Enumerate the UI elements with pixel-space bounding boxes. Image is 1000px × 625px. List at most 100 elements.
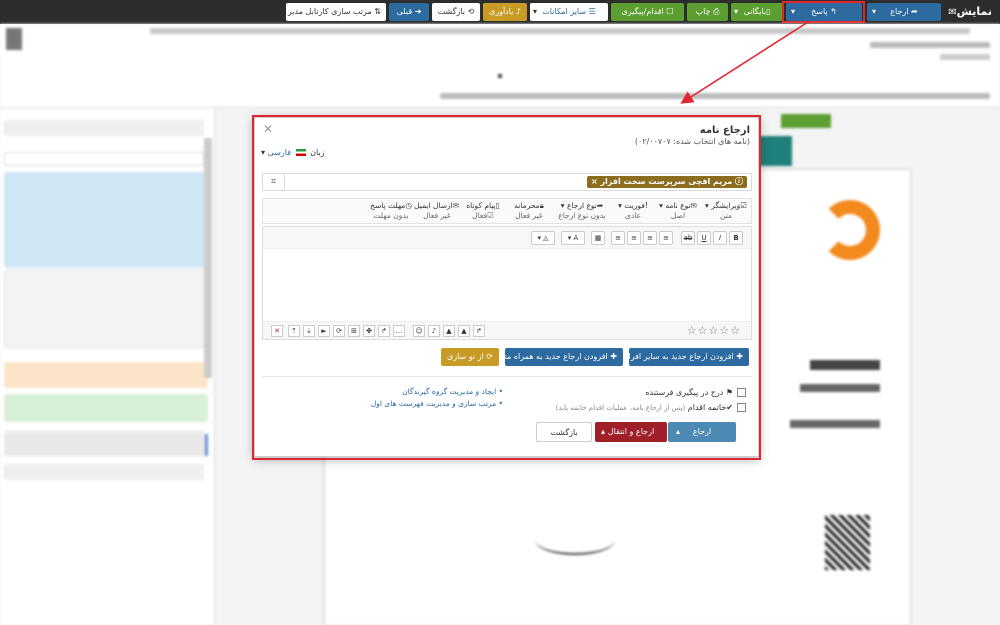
envelope-icon: ✉ bbox=[690, 201, 697, 210]
refer-button[interactable]: ➦ ارجاع ▾ bbox=[867, 3, 941, 21]
italic-button[interactable]: I bbox=[713, 231, 727, 245]
reminder-button[interactable]: ♪ یادآوری bbox=[483, 3, 527, 21]
strikethrough-button[interactable]: ab bbox=[681, 231, 695, 245]
option-deadline[interactable]: ◷مهلت پاسخ بدون مهلت bbox=[369, 201, 413, 221]
option-sms[interactable]: ▯پیام کوتاه ☑فعال bbox=[461, 201, 505, 221]
chevron-down-icon: ▾ bbox=[261, 148, 266, 157]
reply-icon[interactable]: ↱ bbox=[378, 325, 390, 337]
language-selector[interactable]: زبان فارسی ▾ bbox=[261, 148, 325, 157]
bg-line bbox=[790, 420, 880, 428]
more-icon[interactable]: … bbox=[393, 325, 405, 337]
option-editor[interactable]: ☑ویرایشگر ▾ متن bbox=[704, 201, 748, 221]
paw-icon[interactable]: ✤ bbox=[363, 325, 375, 337]
modal-back-button[interactable]: بازگشت bbox=[536, 422, 592, 442]
bg-search bbox=[4, 152, 204, 166]
option-confidential[interactable]: 🔒︎محرمانه غیر فعال bbox=[507, 201, 551, 221]
align-right-icon[interactable]: ≡ bbox=[659, 231, 673, 245]
caret-up-icon: ▴ bbox=[676, 427, 681, 436]
avatar bbox=[6, 28, 22, 50]
sort-cartable-button[interactable]: ⇅ مرتب سازی کارتابل مدیر bbox=[286, 3, 386, 21]
flag-icon: ⚑ bbox=[723, 388, 733, 397]
exclamation-icon: ! bbox=[644, 201, 648, 210]
add-referral-other-button[interactable]: ✚ افزودن ارجاع جدید به سایر افراد bbox=[625, 348, 749, 366]
sender-followup-checkbox[interactable] bbox=[737, 388, 746, 397]
bg-card bbox=[4, 362, 208, 388]
app-title: ✉نمایش bbox=[948, 5, 992, 18]
arrow-right-icon: ➜ bbox=[412, 7, 422, 16]
editor-bottom-bar: ☆☆☆☆☆ ↱ ▲ ▲ ♪ ☺ … ↱ ✤ ⊞ ⟳ ► ⇣ ⇡ ✕ bbox=[263, 321, 751, 339]
envelope-icon: ✉ bbox=[948, 7, 957, 18]
align-center-icon[interactable]: ≡ bbox=[643, 231, 657, 245]
highlight-color-button[interactable]: ◬ ▾ bbox=[531, 231, 555, 245]
table-icon[interactable]: ▦ bbox=[591, 231, 605, 245]
forward-icon[interactable]: ↱ bbox=[473, 325, 485, 337]
font-color-button[interactable]: A ▾ bbox=[561, 231, 585, 245]
org-chart-button[interactable]: ⌗ bbox=[263, 174, 285, 190]
more-options-button[interactable]: ☰ سایر امکانات ▾ bbox=[530, 3, 608, 21]
dropdown-caret-icon: ▾ bbox=[533, 7, 538, 16]
bg-card bbox=[4, 270, 208, 348]
language-value: فارسی bbox=[267, 148, 292, 157]
back-button[interactable]: ⟲ بازگشت bbox=[432, 3, 480, 21]
sitemap-icon: ⌗ bbox=[270, 177, 277, 187]
option-letter-type[interactable]: ✉نوع نامه ▾ اصل bbox=[655, 201, 701, 221]
text-editor[interactable]: B I U ab ≡ ≡ ≡ ≡ ▦ A ▾ ◬ ▾ ☆☆☆☆☆ ↱ ▲ ▲ ♪… bbox=[262, 226, 752, 340]
download-icon[interactable]: ⇣ bbox=[303, 325, 315, 337]
rating-stars-icon[interactable]: ☆☆☆☆☆ bbox=[687, 324, 741, 337]
upload-icon[interactable]: ⇡ bbox=[288, 325, 300, 337]
justify-icon[interactable]: ≡ bbox=[611, 231, 625, 245]
clock-icon: ◷ bbox=[405, 201, 412, 210]
reply-button[interactable]: ↰ پاسخ ▾ bbox=[786, 3, 862, 21]
finish-action-row[interactable]: ✔خاتمه اقدام (پس از ارجاع نامه، عملیات ا… bbox=[556, 403, 746, 412]
envelope-icon: ✉ bbox=[452, 201, 459, 210]
option-refer-type[interactable]: ➦نوع ارجاع ▾ بدون نوع ارجاع bbox=[554, 201, 610, 221]
finish-action-checkbox[interactable] bbox=[737, 403, 746, 412]
action-followup-button[interactable]: ☐ اقدام/پیگیری bbox=[611, 3, 684, 21]
align-left-icon[interactable]: ≡ bbox=[627, 231, 641, 245]
bg-section bbox=[4, 120, 204, 136]
sort-icon: ⇅ bbox=[371, 7, 381, 16]
bold-button[interactable]: B bbox=[729, 231, 743, 245]
logo-icon bbox=[820, 200, 880, 260]
recipient-tag[interactable]: ⓘ مریم افچی سرپرست سخت افزار × bbox=[586, 176, 747, 188]
menu-icon: ☰ bbox=[586, 7, 596, 16]
delete-icon[interactable]: ✕ bbox=[271, 325, 283, 337]
add-referral-with-text-button[interactable]: ✚ افزودن ارجاع جدید به همراه متن bbox=[498, 348, 623, 366]
refer-submit-button[interactable]: ارجاع ▴ bbox=[668, 422, 736, 442]
bell-icon: ♪ bbox=[513, 7, 522, 16]
underline-button[interactable]: U bbox=[697, 231, 711, 245]
plus-icon: ✚ bbox=[607, 352, 617, 361]
add-box-icon[interactable]: ⊞ bbox=[348, 325, 360, 337]
option-email[interactable]: ✉ارسال ایمیل غیر فعال bbox=[414, 201, 459, 221]
refer-and-transfer-button[interactable]: ارجاع و انتقال ▴ bbox=[595, 422, 667, 442]
lock-icon[interactable]: ▲ bbox=[443, 325, 455, 337]
manage-recipient-groups-link[interactable]: ایجاد و مدیریت گروه گیرندگان bbox=[353, 386, 503, 398]
qr-code-icon bbox=[825, 515, 870, 570]
language-label: زبان bbox=[310, 148, 325, 157]
sort-first-lists-link[interactable]: مرتب سازی و مدیریت فهرست های اول bbox=[353, 398, 503, 410]
share-icon: ➦ bbox=[596, 201, 604, 210]
refresh-button[interactable]: ⟳ از نو سازی bbox=[441, 348, 499, 366]
play-icon[interactable]: ► bbox=[318, 325, 330, 337]
editor-toolbar: B I U ab ≡ ≡ ≡ ≡ ▦ A ▾ ◬ ▾ bbox=[263, 227, 751, 249]
refresh-icon[interactable]: ⟳ bbox=[333, 325, 345, 337]
signature bbox=[535, 525, 615, 555]
prev-button[interactable]: ➜ قبلی bbox=[389, 3, 429, 21]
print-button[interactable]: ⎙ چاپ bbox=[687, 3, 728, 21]
sender-followup-row[interactable]: ⚑ درج در پیگیری فرستنده bbox=[645, 388, 746, 397]
archive-button[interactable]: ▯بایگانی ▾ bbox=[731, 3, 783, 21]
microphone-icon[interactable]: ♪ bbox=[428, 325, 440, 337]
share-icon: ➦ bbox=[908, 7, 918, 16]
bg-header bbox=[0, 24, 1000, 88]
close-icon[interactable]: ✕ bbox=[263, 122, 273, 136]
divider bbox=[262, 376, 752, 377]
refresh-icon: ⟳ bbox=[483, 352, 493, 361]
lock-icon[interactable]: ▲ bbox=[458, 325, 470, 337]
bg-line bbox=[440, 93, 990, 99]
option-urgency[interactable]: !فوریت ▾ عادی bbox=[613, 201, 653, 221]
check-icon: ✔ bbox=[726, 403, 733, 412]
recipient-input[interactable]: ⓘ مریم افچی سرپرست سخت افزار × ⌗ bbox=[262, 173, 752, 191]
remove-icon[interactable]: × bbox=[591, 177, 601, 186]
mobile-icon: ▯ bbox=[495, 201, 500, 210]
emoji-icon[interactable]: ☺ bbox=[413, 325, 425, 337]
